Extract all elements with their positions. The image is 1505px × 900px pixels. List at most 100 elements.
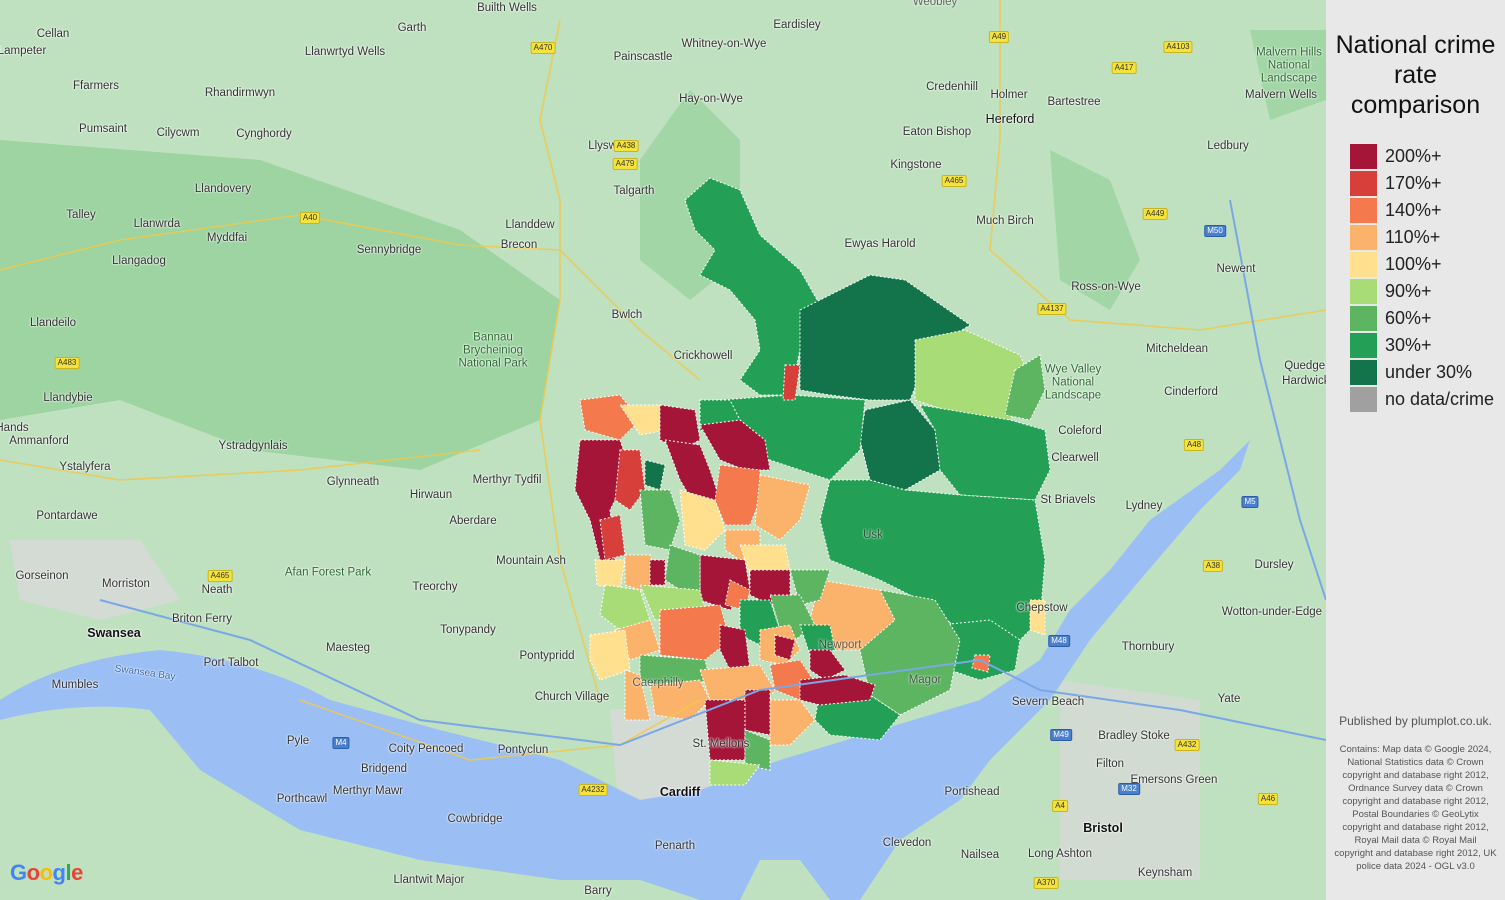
road-shield: M50 [1204,225,1226,237]
place-label: Coleford [1058,425,1102,437]
place-label: Ewyas Harold [844,238,916,250]
place-label: Lydney [1125,500,1163,512]
place-label: Ross-on-Wye [1071,281,1141,293]
place-label: Severn Beach [1011,696,1085,708]
legend-item: 30%+ [1350,332,1432,359]
place-label: Newent [1216,263,1256,275]
park-label: Malvern Hills National Landscape [1256,46,1322,85]
place-label: Rhandirmwyn [204,87,276,99]
place-label: Neath [201,584,233,596]
place-label: Mountain Ash [496,555,566,567]
legend-label: 110%+ [1385,227,1441,247]
place-label: Talgarth [613,185,655,197]
place-label: Treorchy [412,581,458,593]
place-label: Lampeter [0,45,47,57]
place-label: Talley [66,209,96,221]
road-shield: A370 [1033,877,1059,889]
place-label: Barry [584,885,612,897]
road-shield: A470 [530,42,556,54]
road-shield: A438 [613,140,639,152]
place-label: Llandovery [194,183,252,195]
legend-swatch [1350,171,1377,196]
place-label: Llandybie [43,392,93,404]
place-label: Portishead [944,786,1000,798]
legend-swatch [1350,198,1377,223]
published-by[interactable]: Published by plumplot.co.uk. [1326,714,1505,728]
place-label: Coity Pencoed [388,743,464,755]
place-label: Cellan [36,28,70,40]
place-label: Llanwrda [133,218,181,230]
legend-item: 140%+ [1350,197,1442,224]
place-label: Ystalyfera [59,461,111,473]
place-label: Sennybridge [356,244,422,256]
place-label: Hirwaun [409,489,453,501]
attribution-text: Contains: Map data © Google 2024, Nation… [1334,744,1497,872]
place-label: Holmer [990,89,1028,101]
place-label: Magor [908,674,942,686]
place-label: Bristol [1083,821,1123,835]
legend-label: 90%+ [1385,281,1432,301]
place-label: Briton Ferry [171,613,233,625]
place-label: Yate [1217,693,1241,705]
place-label: St. Mellons [692,738,750,750]
road-shield: M4 [332,737,350,749]
place-label: Malvern Wells [1245,89,1317,101]
road-shield: M32 [1118,783,1140,795]
place-label: Much Birch [976,215,1034,227]
legend-item: 60%+ [1350,305,1432,332]
place-label: Eaton Bishop [902,126,972,138]
road-shield: A49 [988,31,1010,43]
map-canvas[interactable]: Builth Wells Cellan Garth Eardisley Lamp… [0,0,1326,900]
place-label: Bradley Stoke [1098,730,1170,742]
place-label: Llangadog [112,255,166,267]
road-shield: M5 [1241,496,1259,508]
road-shield: A432 [1174,739,1200,751]
place-label: Glynneath [326,476,380,488]
legend-item: 90%+ [1350,278,1432,305]
place-label: Cilycwm [156,127,200,139]
place-label: Dursley [1254,559,1294,571]
place-label: Bartestree [1047,96,1101,108]
road-shield: A4103 [1163,41,1193,53]
place-label: Merthyr Tydfil [472,474,542,486]
road-shield: A479 [612,158,638,170]
legend-label: 200%+ [1385,146,1442,166]
place-label: Hardwicke [1282,375,1326,387]
road-shield: A38 [1202,560,1224,572]
place-label: Pyle [286,735,310,747]
legend-swatch [1350,279,1377,304]
place-label: Hereford [985,112,1035,126]
place-label: Ffarmers [73,80,119,92]
legend-item: no data/crime [1350,386,1494,413]
place-label: Porthcawl [276,793,328,805]
place-label: Cardiff [659,785,701,799]
road-shield: A48 [1183,439,1205,451]
legend-swatch [1350,360,1377,385]
legend-label: 60%+ [1385,308,1432,328]
place-label: Whitney-on-Wye [681,38,767,50]
place-label: Mumbles [51,679,99,691]
legend-label: 170%+ [1385,173,1442,193]
place-label: Ammanford [9,435,69,447]
place-label: Emersons Green [1130,774,1218,786]
place-label: Hay-on-Wye [679,93,743,105]
place-label: Aberdare [449,515,497,527]
place-label: Morriston [102,578,150,590]
road-shield: A40 [299,212,321,224]
place-label: Gorseinon [15,570,69,582]
place-label: Merthyr Mawr [332,785,404,797]
place-label: Ledbury [1207,140,1249,152]
legend-swatch [1350,225,1377,250]
place-label: Penarth [654,840,696,852]
place-label: Garth [397,22,427,34]
legend-swatch [1350,252,1377,277]
place-label: Ystradgynlais [218,440,288,452]
road-shield: A483 [54,357,80,369]
place-label: Usk [863,529,883,541]
legend-item: 170%+ [1350,170,1442,197]
road-shield: A465 [207,570,233,582]
road-shield: A4137 [1037,303,1067,315]
place-label: Llanwrtyd Wells [304,46,386,58]
place-label: Pumsaint [79,123,127,135]
park-label: Bannau Brycheiniog National Park [458,331,528,370]
